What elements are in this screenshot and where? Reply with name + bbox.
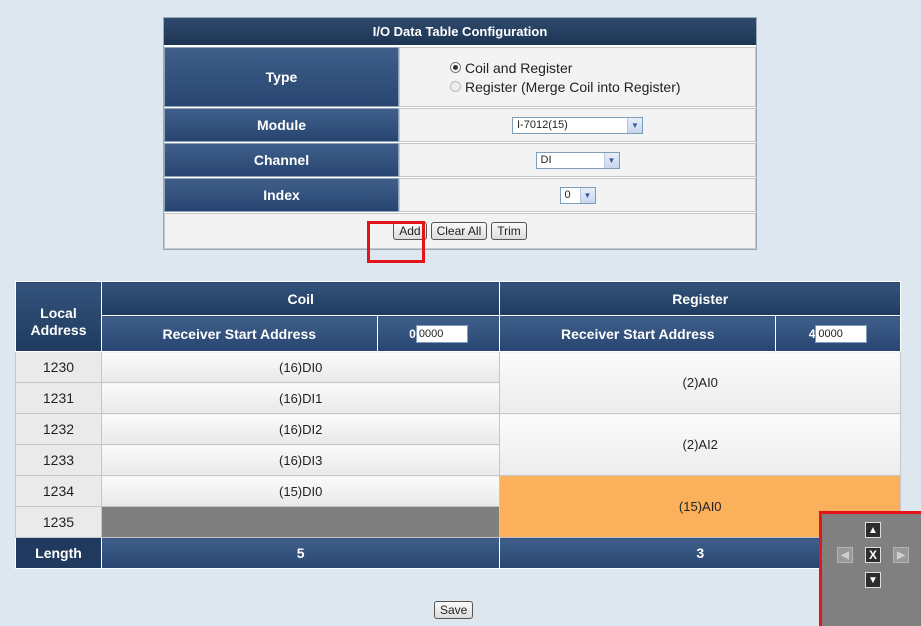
trim-button[interactable]: Trim <box>491 222 527 240</box>
coil-start-address-input[interactable] <box>415 324 468 343</box>
table-header-row: Local Address Coil Register <box>15 281 901 352</box>
arrow-left-icon[interactable]: ◀ <box>837 547 853 563</box>
channel-cell: DI ▼ <box>399 143 756 177</box>
receiver-row: Receiver Start Address 0 Receiver Start … <box>16 315 901 352</box>
type-options: Coil and Register Register (Merge Coil i… <box>399 47 756 107</box>
row-address: 1231 <box>15 382 102 414</box>
coil-cell[interactable]: (16)DI0 <box>100 351 501 383</box>
table-row: 1234 (15)DI0 (15)AI0 <box>15 475 901 538</box>
register-cell[interactable]: (2)AI2 <box>499 413 901 476</box>
coil-prefix: 0 <box>409 326 416 341</box>
index-row: Index 0 ▼ <box>164 177 756 212</box>
register-receiver-address: 4 <box>808 324 868 343</box>
register-receiver-cell: 4 <box>775 315 901 352</box>
register-start-address-input[interactable] <box>815 324 868 343</box>
channel-label: Channel <box>164 143 399 177</box>
module-select[interactable]: I-7012(15) ▼ <box>512 116 643 134</box>
chevron-down-icon[interactable]: ▼ <box>579 187 595 203</box>
register-receiver-label: Receiver Start Address <box>499 315 777 352</box>
io-mapping-table: Local Address Coil Register Receiver Sta… <box>15 281 901 569</box>
add-highlight-box <box>367 221 425 263</box>
arrow-right-icon[interactable]: ▶ <box>893 547 909 563</box>
chevron-down-icon[interactable]: ▼ <box>603 152 619 168</box>
coil-length: 5 <box>100 537 501 569</box>
actions-row: Add Clear All Trim <box>164 212 756 249</box>
index-select[interactable]: 0 ▼ <box>559 186 596 204</box>
register-header: Register <box>499 281 901 316</box>
table-row: 1232 (16)DI2 (2)AI2 <box>15 413 901 476</box>
row-address: 1232 <box>15 413 102 445</box>
module-row: Module I-7012(15) ▼ <box>164 107 756 142</box>
module-label: Module <box>164 108 399 142</box>
coil-receiver-address: 0 <box>409 324 468 343</box>
local-address-header-text: Local Address <box>30 304 87 338</box>
radio-disabled-icon[interactable] <box>450 81 461 92</box>
index-cell: 0 ▼ <box>399 178 756 212</box>
local-address-header: Local Address <box>15 281 102 352</box>
type-option-coil-register[interactable]: Coil and Register <box>450 60 572 76</box>
arrow-down-icon[interactable]: ▼ <box>865 572 881 588</box>
row-address: 1230 <box>15 351 102 383</box>
row-address: 1234 <box>15 475 102 507</box>
length-label: Length <box>15 537 102 569</box>
clear-all-button[interactable]: Clear All <box>430 222 488 240</box>
navigation-pad: ▲ ◀ X ▶ ▼ <box>819 511 921 626</box>
type-row: Type Coil and Register Register (Merge C… <box>164 46 756 107</box>
row-address: 1235 <box>15 506 102 538</box>
channel-row: Channel DI ▼ <box>164 142 756 177</box>
type-option-register-merge[interactable]: Register (Merge Coil into Register) <box>450 79 681 95</box>
coil-cell-empty[interactable] <box>100 506 501 538</box>
table-row: 1230 (16)DI0 (2)AI0 <box>15 351 901 414</box>
coil-header: Coil <box>100 281 501 316</box>
arrow-up-icon[interactable]: ▲ <box>865 522 881 538</box>
coil-receiver-label: Receiver Start Address <box>100 315 378 352</box>
type-option-label: Coil and Register <box>465 59 573 76</box>
module-select-value: I-7012(15) <box>517 119 568 131</box>
register-cell[interactable]: (2)AI0 <box>499 351 901 414</box>
chevron-down-icon[interactable]: ▼ <box>627 117 642 133</box>
coil-cell[interactable]: (16)DI2 <box>100 413 501 445</box>
index-label: Index <box>164 178 399 212</box>
coil-cell[interactable]: (15)DI0 <box>100 475 501 507</box>
index-select-value: 0 <box>564 189 571 201</box>
io-config-panel: I/O Data Table Configuration Type Coil a… <box>163 17 757 250</box>
config-title: I/O Data Table Configuration <box>164 18 756 46</box>
coil-cell[interactable]: (16)DI3 <box>100 444 501 476</box>
type-option-label: Register (Merge Coil into Register) <box>465 78 681 95</box>
close-icon[interactable]: X <box>865 547 881 563</box>
channel-select[interactable]: DI ▼ <box>535 151 620 169</box>
module-cell: I-7012(15) ▼ <box>399 108 756 142</box>
coil-cell[interactable]: (16)DI1 <box>100 382 501 414</box>
length-row: Length 5 3 <box>15 537 901 569</box>
actions-cell: Add Clear All Trim <box>164 213 756 249</box>
row-address: 1233 <box>15 444 102 476</box>
channel-select-value: DI <box>540 154 552 166</box>
register-prefix: 4 <box>808 326 816 341</box>
coil-receiver-cell: 0 <box>376 315 501 352</box>
type-label: Type <box>164 47 399 107</box>
save-button[interactable]: Save <box>434 601 474 619</box>
radio-selected-icon[interactable] <box>450 62 461 73</box>
